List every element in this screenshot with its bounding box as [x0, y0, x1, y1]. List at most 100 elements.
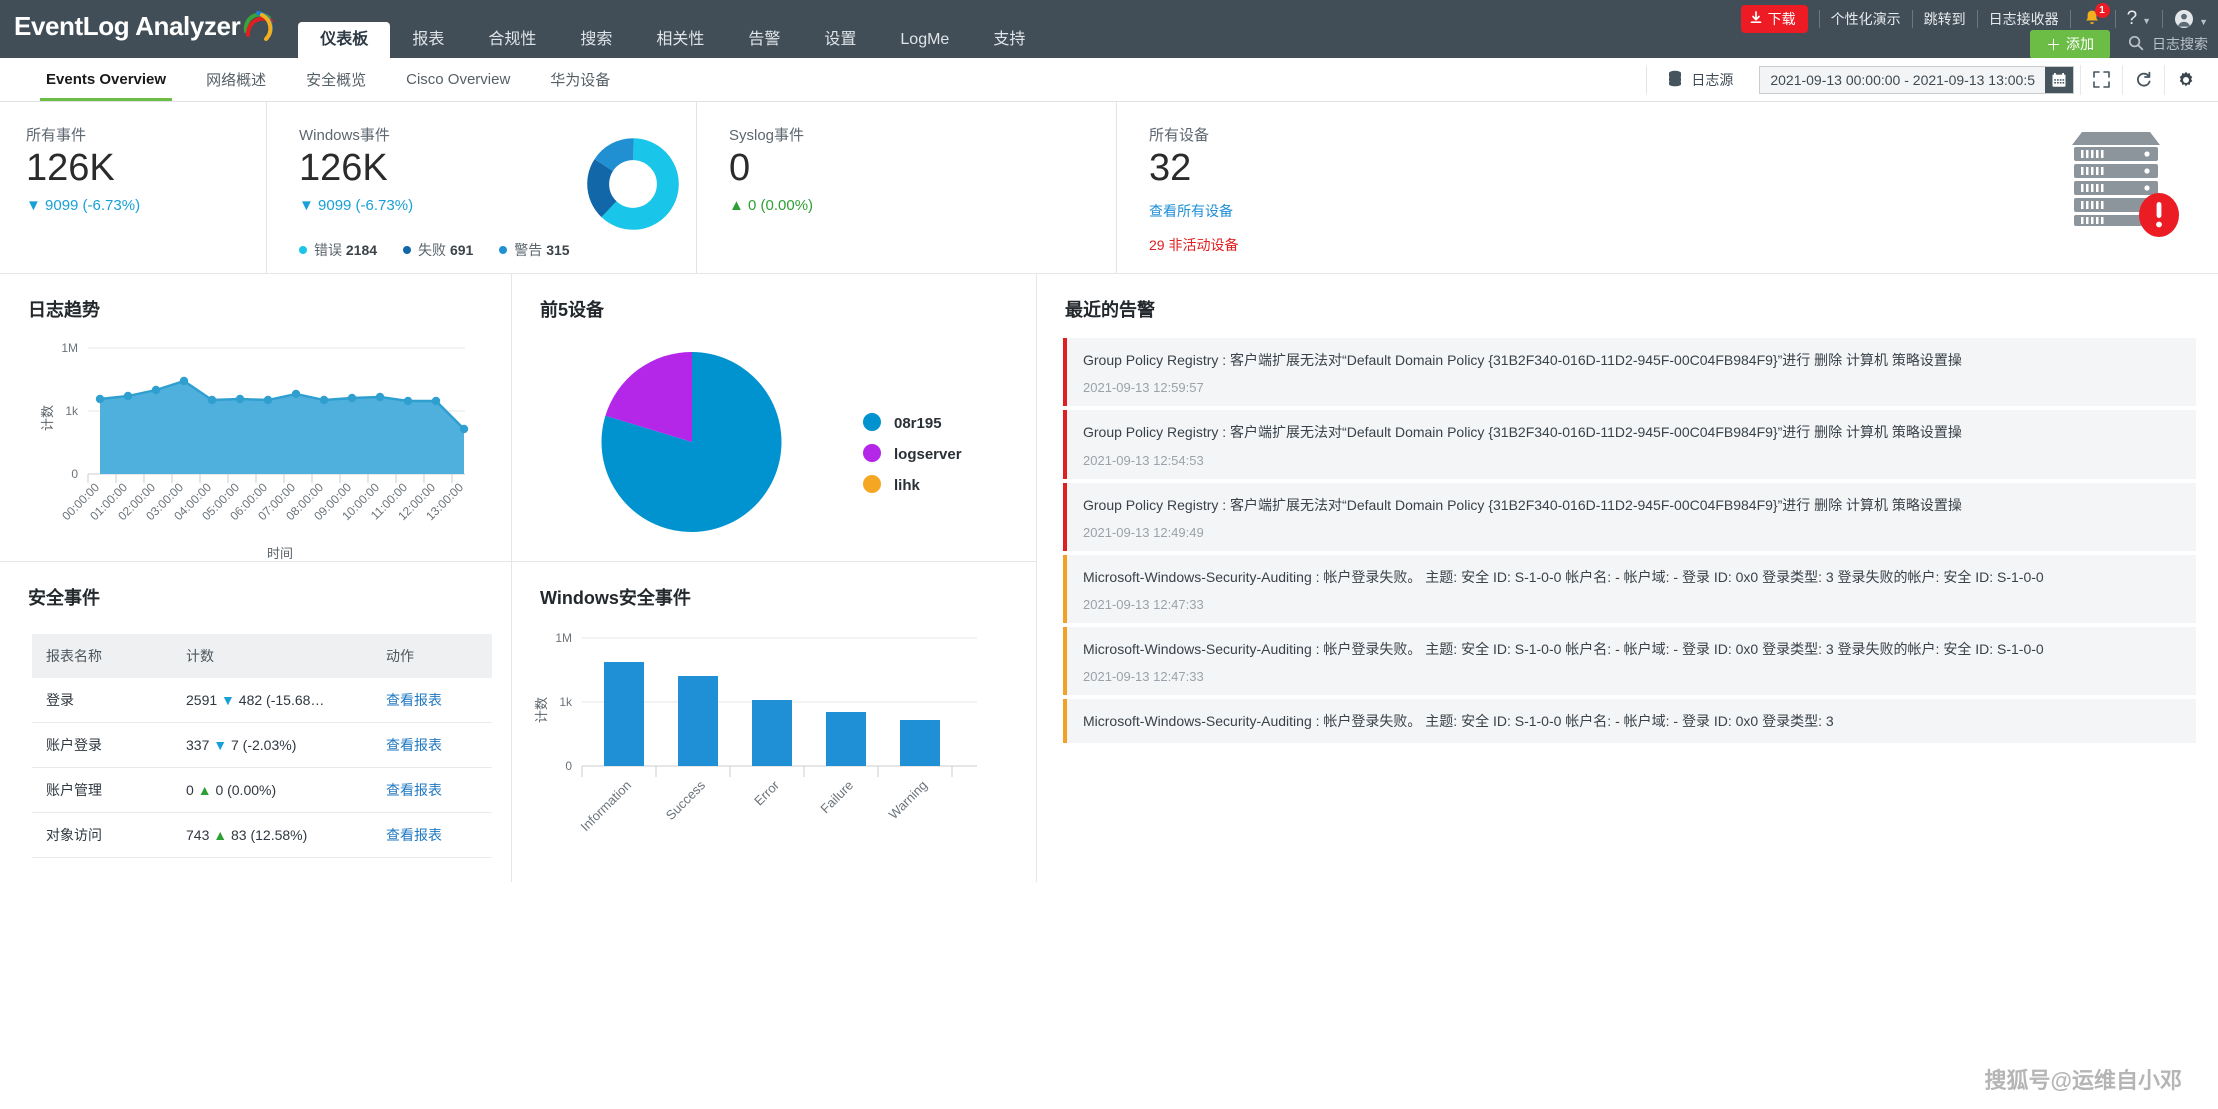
pie-legend: 08r195 logserver lihk: [863, 413, 962, 494]
bar-success[interactable]: [678, 676, 718, 766]
jump-to-link[interactable]: 跳转到: [1924, 9, 1966, 29]
legend-swatch-08r195: [863, 413, 881, 431]
view-report-link[interactable]: 查看报表: [386, 827, 442, 843]
cell-count: 2591 ▼ 482 (-15.68…: [172, 678, 372, 723]
bar-warning[interactable]: [900, 720, 940, 766]
legend-value: 2184: [345, 241, 378, 258]
add-button[interactable]: ＋ 添加: [2029, 29, 2110, 59]
log-search-input[interactable]: 日志搜索: [2128, 34, 2208, 54]
col-report-name: 报表名称: [32, 634, 172, 678]
legend-item-error: 错误 2184: [299, 240, 377, 260]
table-row: 账户管理 0 ▲ 0 (0.00%) 查看报表: [32, 767, 492, 813]
count-change: 482 (-15.68…: [238, 692, 325, 708]
kpi-delta: ▼ 9099 (-6.73%): [299, 196, 414, 214]
main-tab-settings[interactable]: 设置: [802, 22, 878, 58]
x-tick-labels: 00:00:00 01:00:00 02:00:00 03:00:00 04:0…: [59, 480, 466, 523]
download-button[interactable]: 下载: [1740, 5, 1808, 33]
alert-item[interactable]: Group Policy Registry : 客户端扩展无法对“Default…: [1063, 482, 2196, 551]
log-trend-chart: 1M 1k 0 计数 00:00:00 01:00:00 02:00:00 03…: [40, 341, 469, 561]
main-tab-dashboard[interactable]: 仪表板: [298, 22, 391, 58]
cell-report-name: 账户登录: [32, 722, 172, 768]
alert-item[interactable]: Microsoft-Windows-Security-Auditing : 帐户…: [1063, 627, 2196, 696]
search-icon: [2128, 35, 2144, 54]
main-tab-logme[interactable]: LogMe: [878, 22, 971, 58]
cell-report-name: 登录: [32, 678, 172, 723]
sub-tab-security-overview[interactable]: 安全概览: [286, 58, 386, 101]
alert-item[interactable]: Microsoft-Windows-Security-Auditing : 帐户…: [1063, 699, 2196, 743]
bar-error[interactable]: [752, 700, 792, 766]
user-avatar-icon[interactable]: ▼: [2174, 9, 2208, 29]
cell-count: 0 ▲ 0 (0.00%): [172, 767, 372, 813]
col-count: 计数: [172, 634, 372, 678]
sub-tab-huawei-devices[interactable]: 华为设备: [530, 58, 630, 101]
legend-label: 警告: [514, 241, 543, 258]
view-report-link[interactable]: 查看报表: [386, 782, 442, 798]
view-report-link[interactable]: 查看报表: [386, 737, 442, 753]
main-tab-compliance[interactable]: 合规性: [466, 22, 558, 58]
header-action-bar: ＋ 添加 日志搜索: [2029, 29, 2208, 59]
notification-bell-icon[interactable]: 1: [2082, 3, 2110, 30]
alert-text: Group Policy Registry : 客户端扩展无法对“Default…: [1083, 352, 1962, 368]
legend-label-logserver[interactable]: logserver: [894, 446, 962, 463]
sub-tab-cisco-overview[interactable]: Cisco Overview: [386, 58, 530, 101]
server-rack-icon: [2068, 128, 2179, 237]
bar-information[interactable]: [604, 662, 644, 766]
sub-navigation-controls: 日志源 2021-09-13 00:00:00 - 2021-09-13 13:…: [1646, 58, 2218, 101]
sub-tab-events-overview[interactable]: Events Overview: [26, 58, 186, 101]
kpi-value: 32: [1149, 147, 1192, 189]
main-tab-reports[interactable]: 报表: [390, 22, 466, 58]
kpi-value: 126K: [26, 147, 115, 189]
alert-item[interactable]: Microsoft-Windows-Security-Auditing : 帐户…: [1063, 554, 2196, 624]
kpi-label: Windows事件: [299, 127, 390, 144]
windows-events-legend: 错误 2184 失败 691 警告 315: [299, 240, 570, 260]
trend-arrow-icon: ▼: [221, 692, 235, 708]
refresh-button[interactable]: [2122, 64, 2164, 95]
legend-item-warning: 警告 315: [499, 240, 570, 260]
x-tick-error: Error: [751, 777, 783, 809]
view-all-devices-link[interactable]: 查看所有设备: [1149, 201, 1233, 221]
cell-action: 查看报表: [372, 678, 492, 723]
plus-icon: ＋: [2045, 36, 2061, 54]
legend-label-08r195[interactable]: 08r195: [894, 415, 942, 432]
recent-alerts-list: Group Policy Registry : 客户端扩展无法对“Default…: [1037, 322, 2218, 743]
count-change: 83 (12.58%): [231, 827, 308, 843]
logo-swoosh-icon: [242, 9, 276, 43]
date-range-picker[interactable]: 2021-09-13 00:00:00 - 2021-09-13 13:00:5: [1759, 65, 2074, 94]
legend-swatch: [403, 245, 412, 254]
alert-item[interactable]: Group Policy Registry : 客户端扩展无法对“Default…: [1063, 410, 2196, 479]
calendar-icon[interactable]: [2045, 66, 2073, 93]
kpi-value: 126K: [299, 147, 388, 189]
y-tick-1k: 1k: [65, 404, 79, 418]
add-label: 添加: [2066, 36, 2094, 52]
settings-gear-icon[interactable]: [2164, 64, 2206, 95]
legend-label-lihk[interactable]: lihk: [894, 477, 920, 494]
sub-tab-network-overview[interactable]: 网络概述: [186, 58, 286, 101]
view-report-link[interactable]: 查看报表: [386, 692, 442, 708]
cell-action: 查看报表: [372, 767, 492, 813]
sub-navigation: Events Overview 网络概述 安全概览 Cisco Overview…: [0, 58, 2218, 102]
help-icon[interactable]: ? ▼: [2127, 8, 2152, 30]
main-tab-correlation[interactable]: 相关性: [634, 22, 726, 58]
log-source-selector[interactable]: 日志源: [1646, 65, 1753, 94]
fullscreen-button[interactable]: [2080, 64, 2122, 95]
x-tick-success: Success: [663, 777, 709, 823]
personalized-demo-link[interactable]: 个性化演示: [1831, 9, 1901, 29]
kpi-label: 所有设备: [1149, 127, 1210, 144]
y-tick-1k: 1k: [559, 695, 573, 709]
main-tab-alerts[interactable]: 告警: [726, 22, 802, 58]
count-value: 743: [186, 827, 210, 843]
table-header-row: 报表名称 计数 动作: [32, 634, 492, 678]
app-logo[interactable]: EventLog Analyzer: [14, 0, 276, 58]
bars: [604, 662, 940, 766]
count-change: 7 (-2.03%): [231, 737, 297, 753]
divider: [2162, 10, 2164, 28]
main-tab-search[interactable]: 搜索: [558, 22, 634, 58]
main-tab-support[interactable]: 支持: [971, 22, 1047, 58]
y-tick-1m: 1M: [555, 631, 572, 645]
log-receiver-link[interactable]: 日志接收器: [1989, 9, 2059, 29]
bar-failure[interactable]: [826, 712, 866, 766]
table-row: 账户登录 337 ▼ 7 (-2.03%) 查看报表: [32, 722, 492, 768]
log-search-placeholder: 日志搜索: [2152, 36, 2208, 52]
alert-item[interactable]: Group Policy Registry : 客户端扩展无法对“Default…: [1063, 338, 2196, 407]
inactive-devices-link[interactable]: 29 非活动设备: [1149, 235, 1238, 255]
